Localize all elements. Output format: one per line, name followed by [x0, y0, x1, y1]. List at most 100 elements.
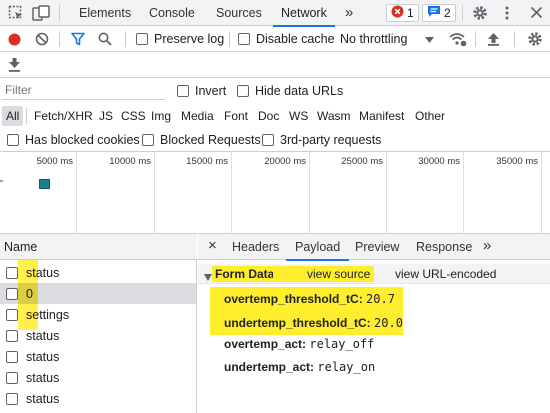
errors-badge[interactable]: 1 [386, 4, 419, 22]
tick-line [76, 152, 77, 234]
highlight-mark [273, 266, 303, 282]
type-doc[interactable]: Doc [258, 104, 279, 128]
invert-label: Invert [195, 84, 227, 98]
type-font[interactable]: Font [224, 104, 248, 128]
form-field: undertemp_threshold_tC: 20.0 [224, 316, 403, 330]
type-css[interactable]: CSS [121, 104, 146, 128]
view-url-encoded-link[interactable]: view URL-encoded [395, 267, 496, 281]
tab-headers[interactable]: Headers [232, 234, 279, 260]
checkbox-box[interactable] [238, 33, 250, 45]
type-img[interactable]: Img [151, 104, 171, 128]
tab-sources[interactable]: Sources [216, 0, 262, 26]
form-field-key: undertemp_act: [224, 360, 315, 374]
tick-label: 15000 ms [186, 156, 228, 167]
request-type-icon [6, 266, 18, 279]
kebab-menu-icon[interactable] [504, 5, 510, 21]
form-field-value: relay_off [309, 337, 375, 351]
checkbox-box[interactable] [262, 134, 274, 146]
disable-cache-checkbox[interactable]: Disable cache [238, 26, 335, 52]
inspect-icon[interactable] [8, 5, 24, 21]
type-ws[interactable]: WS [289, 104, 308, 128]
form-data-section-header[interactable]: Form Data view source view URL-encoded [198, 264, 550, 284]
divider [125, 31, 126, 47]
tab-console[interactable]: Console [149, 0, 195, 26]
divider [462, 5, 463, 21]
request-row-status[interactable]: status [0, 367, 196, 388]
blocked-requests-label: Blocked Requests [160, 133, 261, 147]
tick-line [386, 152, 387, 234]
request-name: status [26, 328, 60, 343]
tick-line [309, 152, 310, 234]
type-all[interactable]: All [2, 106, 24, 126]
view-source-link[interactable]: view source [303, 266, 375, 282]
tick-line [231, 152, 232, 234]
has-blocked-cookies-checkbox[interactable]: Has blocked cookies [7, 128, 140, 152]
checkbox-box[interactable] [7, 134, 19, 146]
blocked-requests-checkbox[interactable]: Blocked Requests [142, 128, 261, 152]
request-row-status[interactable]: status [0, 388, 196, 409]
divider [59, 31, 60, 47]
close-details-icon[interactable]: × [208, 234, 217, 260]
checkbox-box[interactable] [136, 33, 148, 45]
network-conditions-icon[interactable] [449, 32, 467, 47]
hide-data-urls-checkbox[interactable]: Hide data URLs [237, 78, 343, 104]
tab-network[interactable]: Network [273, 0, 335, 27]
tick-label: 20000 ms [264, 156, 306, 167]
checkbox-box[interactable] [177, 85, 189, 97]
filter-icon[interactable] [71, 32, 85, 46]
checkbox-box[interactable] [237, 85, 249, 97]
form-field: overtemp_threshold_tC: 20.7 [224, 292, 395, 306]
request-row-status[interactable]: status [0, 346, 196, 367]
name-column-header[interactable]: Name [0, 234, 197, 260]
type-other[interactable]: Other [415, 104, 445, 128]
tick-line [154, 152, 155, 234]
errors-count: 1 [407, 6, 414, 20]
more-details-tabs-icon[interactable]: » [483, 234, 491, 260]
invert-checkbox[interactable]: Invert [177, 78, 226, 104]
collapse-triangle-icon[interactable] [204, 270, 212, 284]
record-icon[interactable] [8, 33, 21, 46]
divider [229, 31, 230, 47]
device-toggle-icon[interactable] [32, 5, 50, 21]
settings-icon[interactable] [527, 31, 543, 47]
export-har-icon[interactable] [8, 58, 21, 72]
clear-icon[interactable] [35, 32, 49, 46]
tick-label: 35000 ms [496, 156, 538, 167]
filter-bar: Invert Hide data URLs [0, 78, 550, 104]
filter-input[interactable] [2, 81, 165, 99]
divider [514, 31, 515, 47]
form-field-value: relay_on [317, 360, 376, 374]
preserve-log-checkbox[interactable]: Preserve log [136, 26, 224, 52]
request-name: status [26, 391, 60, 406]
type-manifest[interactable]: Manifest [359, 104, 404, 128]
type-fetch-xhr[interactable]: Fetch/XHR [34, 104, 93, 128]
throttling-value: No throttling [340, 32, 408, 46]
request-type-icon [6, 329, 18, 342]
divider [59, 5, 60, 21]
blocked-filter-bar: Has blocked cookies Blocked Requests 3rd… [0, 128, 550, 152]
disable-cache-label: Disable cache [256, 32, 335, 46]
throttling-select[interactable]: No throttling [340, 26, 435, 52]
tab-elements[interactable]: Elements [79, 0, 131, 26]
form-data-title: Form Data [212, 266, 278, 282]
import-har-icon[interactable] [487, 32, 500, 46]
messages-badge[interactable]: 2 [422, 4, 456, 22]
type-wasm[interactable]: Wasm [317, 104, 351, 128]
more-tabs-chevron-icon[interactable]: » [345, 0, 353, 26]
tab-response[interactable]: Response [416, 234, 472, 260]
gear-icon[interactable] [472, 5, 488, 21]
divider [26, 108, 27, 124]
type-js[interactable]: JS [99, 104, 113, 128]
filter-input-wrapper [2, 81, 165, 100]
close-icon[interactable] [530, 6, 543, 19]
tab-preview[interactable]: Preview [355, 234, 399, 260]
request-bar [39, 179, 50, 189]
form-field-key: overtemp_act: [224, 337, 307, 351]
tab-payload[interactable]: Payload [285, 234, 350, 261]
third-party-requests-checkbox[interactable]: 3rd-party requests [262, 128, 381, 152]
search-icon[interactable] [98, 32, 112, 46]
type-media[interactable]: Media [181, 104, 214, 128]
checkbox-box[interactable] [142, 134, 154, 146]
request-type-icon [6, 371, 18, 384]
network-overview[interactable]: 5000 ms 10000 ms 15000 ms 20000 ms 25000… [0, 152, 550, 234]
